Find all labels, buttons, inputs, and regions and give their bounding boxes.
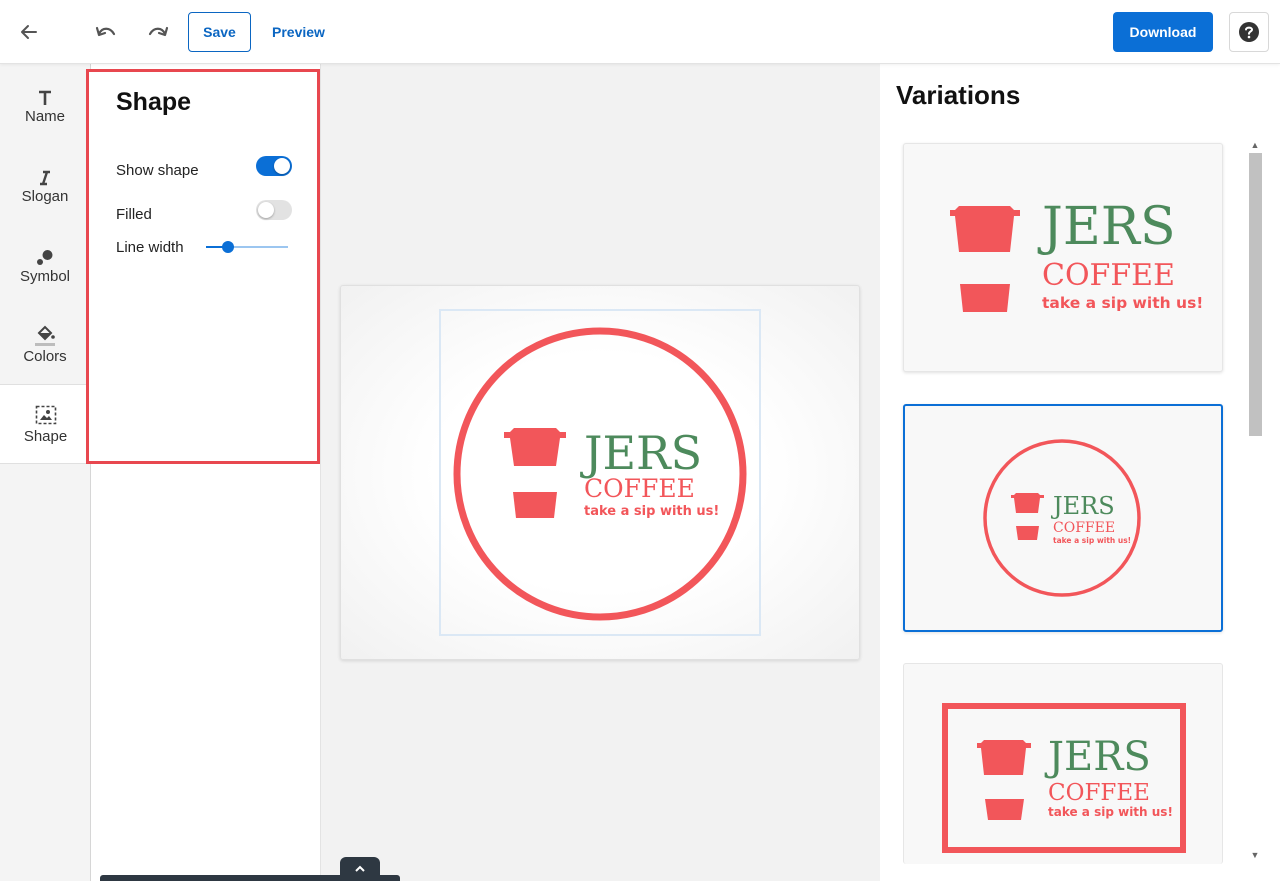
svg-text:JERS: JERS bbox=[1050, 492, 1115, 520]
undo-icon[interactable] bbox=[91, 17, 121, 47]
scroll-up-arrow-icon[interactable]: ▲ bbox=[1249, 139, 1261, 151]
redo-icon[interactable] bbox=[143, 17, 173, 47]
coffee-cup-icon bbox=[977, 740, 1031, 820]
svg-text:take a sip with us!: take a sip with us! bbox=[1048, 805, 1173, 819]
variation-card-rectangle[interactable]: JERS COFFEE take a sip with us! bbox=[903, 663, 1223, 864]
svg-text:JERS: JERS bbox=[1037, 197, 1176, 257]
top-toolbar: Save Preview Download bbox=[0, 0, 1280, 64]
sidebar-item-shape[interactable]: Shape bbox=[0, 384, 91, 464]
logo-subname: COFFEE bbox=[584, 474, 695, 503]
svg-text:JERS: JERS bbox=[1044, 734, 1151, 780]
sidebar-item-label: Slogan bbox=[21, 187, 69, 205]
svg-text:COFFEE: COFFEE bbox=[1042, 258, 1175, 293]
text-t-icon bbox=[37, 84, 53, 106]
svg-text:COFFEE: COFFEE bbox=[1053, 520, 1115, 536]
filled-label: Filled bbox=[116, 206, 152, 223]
sidebar-item-symbol[interactable]: Symbol bbox=[0, 224, 90, 304]
chevron-up-icon[interactable] bbox=[340, 857, 380, 881]
sidebar-item-colors[interactable]: Colors bbox=[0, 304, 90, 384]
sidebar-item-slogan[interactable]: Slogan bbox=[0, 144, 90, 224]
line-width-slider[interactable] bbox=[206, 238, 288, 256]
question-circle-icon bbox=[1239, 22, 1259, 42]
frame-image-icon bbox=[35, 404, 57, 426]
slider-thumb[interactable] bbox=[222, 241, 234, 253]
svg-text:take a sip with us!: take a sip with us! bbox=[1042, 294, 1203, 312]
line-width-label: Line width bbox=[116, 239, 184, 256]
paint-bucket-icon bbox=[34, 324, 56, 346]
sidebar-item-label: Name bbox=[24, 107, 65, 125]
logo-preview[interactable]: JERS COFFEE take a sip with us! bbox=[439, 309, 761, 636]
sidebar-item-label: Shape bbox=[23, 427, 68, 445]
variation-card-plain[interactable]: JERS COFFEE take a sip with us! bbox=[903, 143, 1223, 372]
panel-title: Shape bbox=[116, 88, 192, 116]
svg-text:take a sip with us!: take a sip with us! bbox=[1053, 536, 1131, 545]
variation-card-circle[interactable]: JERS COFFEE take a sip with us! bbox=[903, 404, 1223, 632]
download-button[interactable]: Download bbox=[1113, 12, 1213, 52]
logo-slogan: take a sip with us! bbox=[584, 504, 719, 519]
sidebar-item-label: Colors bbox=[23, 347, 67, 365]
variations-title: Variations bbox=[896, 80, 1021, 110]
scroll-down-arrow-icon[interactable]: ▼ bbox=[1249, 849, 1261, 861]
shape-panel-highlight bbox=[86, 69, 320, 464]
coffee-cup-icon bbox=[950, 206, 1020, 312]
logo-name: JERS bbox=[580, 426, 702, 480]
preview-button[interactable]: Preview bbox=[265, 12, 332, 52]
scrollbar-thumb[interactable] bbox=[1249, 153, 1262, 436]
show-shape-label: Show shape bbox=[116, 162, 199, 179]
coffee-cup-icon bbox=[1011, 493, 1044, 540]
help-button[interactable] bbox=[1229, 12, 1269, 52]
sidebar-item-label: Symbol bbox=[19, 267, 71, 285]
sidebar-item-name[interactable]: Name bbox=[0, 64, 90, 144]
filled-toggle[interactable] bbox=[256, 200, 292, 220]
italic-i-icon bbox=[37, 164, 53, 186]
shapes-icon bbox=[36, 244, 54, 266]
save-button[interactable]: Save bbox=[188, 12, 251, 52]
coffee-cup-icon bbox=[504, 428, 566, 518]
arrow-left-icon[interactable] bbox=[14, 17, 44, 47]
show-shape-toggle[interactable] bbox=[256, 156, 292, 176]
svg-text:COFFEE: COFFEE bbox=[1048, 780, 1150, 806]
